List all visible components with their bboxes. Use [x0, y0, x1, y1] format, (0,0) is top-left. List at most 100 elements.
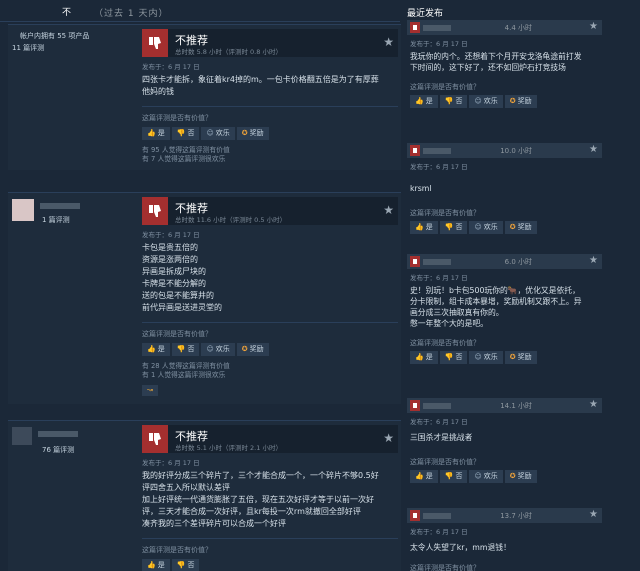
- smiley-icon: ☺: [206, 129, 214, 137]
- divider: [142, 322, 398, 323]
- review-author[interactable]: 帐户内拥有 55 项产品 11 篇评测: [12, 31, 140, 53]
- funny-button[interactable]: ☺ 欢乐: [201, 127, 235, 140]
- review-header: 不推荐 总时数 5.1 小时（评测时 2.1 小时） ★: [142, 425, 398, 453]
- yes-button[interactable]: 👍 是: [410, 470, 438, 483]
- funny-button[interactable]: ☺ 欢乐: [469, 351, 503, 364]
- funny-button[interactable]: ☺ 欢乐: [201, 343, 235, 356]
- award-button[interactable]: ✪ 奖励: [504, 95, 537, 108]
- award-button[interactable]: ✪ 奖励: [504, 470, 537, 483]
- posted-date: 发布于：6 月 17 日: [410, 40, 468, 48]
- yes-button[interactable]: 👍 是: [410, 95, 438, 108]
- vote-buttons: 👍 是 👎 否 ☺ 欢乐 ✪ 奖励: [142, 343, 398, 357]
- author-name[interactable]: [40, 203, 80, 209]
- author-name[interactable]: [423, 25, 451, 31]
- thumbs-up-icon: 👍: [415, 472, 424, 480]
- no-button[interactable]: 👎 否: [171, 343, 200, 356]
- posted-date: 发布于：6 月 17 日: [142, 63, 200, 71]
- posted-date: 发布于：6 月 17 日: [410, 528, 468, 536]
- thumbs-up-icon: 👍: [147, 345, 156, 353]
- award-button[interactable]: ✪ 奖励: [236, 127, 269, 140]
- yes-button[interactable]: 👍 是: [142, 559, 170, 571]
- star-icon[interactable]: ★: [589, 509, 598, 520]
- playtime: 6.0 小时: [504, 258, 532, 266]
- no-button[interactable]: 👎 否: [439, 221, 468, 234]
- author-name[interactable]: [423, 513, 451, 519]
- author-review-count: 11 篇评测: [12, 44, 45, 52]
- award-icon: ✪: [241, 345, 248, 353]
- star-icon[interactable]: ★: [383, 35, 394, 49]
- thumbs-down-icon: [410, 145, 420, 156]
- funny-button[interactable]: ☺ 欢乐: [469, 221, 503, 234]
- recent-title: 最近发布: [407, 9, 444, 19]
- no-button[interactable]: 👎 否: [439, 470, 468, 483]
- received-award-icon[interactable]: ↝: [142, 385, 158, 396]
- funny-button[interactable]: ☺ 欢乐: [469, 95, 503, 108]
- author-name[interactable]: [423, 259, 451, 265]
- award-icon: ✪: [241, 129, 248, 137]
- review-author[interactable]: 1 篇评测: [12, 199, 140, 224]
- funny-button[interactable]: ☺ 欢乐: [469, 470, 503, 483]
- playtime: 13.7 小时: [500, 512, 532, 520]
- author-name[interactable]: [423, 148, 451, 154]
- award-button[interactable]: ✪ 奖励: [504, 351, 537, 364]
- yes-button[interactable]: 👍 是: [142, 127, 170, 140]
- review-body: 卡包是贵五倍的 资源是涨两倍的 异画是拆成尸块的 卡牌是不能分解的 送的包是不能…: [142, 243, 222, 312]
- helpful-question: 这篇评测是否有价值？: [410, 209, 480, 217]
- posted-date: 发布于：6 月 17 日: [142, 459, 200, 467]
- divider: [142, 538, 398, 539]
- helpful-question: 这篇评测是否有价值？: [410, 83, 480, 91]
- thumbs-up-icon: 👍: [415, 223, 424, 231]
- thumbs-down-icon: 👎: [444, 97, 454, 105]
- thumbs-down-icon: [142, 425, 168, 453]
- star-icon[interactable]: ★: [383, 431, 394, 445]
- recent-review: 13.7 小时 ★ 发布于：6 月 17 日 太令人失望了kr，mm退钱！ 这篇…: [407, 508, 602, 571]
- star-icon[interactable]: ★: [383, 203, 394, 217]
- recent-header[interactable]: 6.0 小时 ★: [407, 254, 602, 269]
- recent-body: 我玩你的内个。还想着下个月开安戈洛龟途前打发 下时间的，这下好了，还不如回炉石打…: [410, 52, 582, 72]
- recent-review: 10.0 小时 ★ 发布于：6 月 17 日 krsml 这篇评测是否有价值？ …: [407, 143, 602, 251]
- recent-header[interactable]: 10.0 小时 ★: [407, 143, 602, 158]
- review-body: 四张卡才能拆，象征着kr4掉的m。一包卡价格翻五倍是为了有厚葬 他妈的钱: [142, 75, 379, 96]
- yes-button[interactable]: 👍 是: [142, 343, 170, 356]
- smiley-icon: ☺: [474, 353, 482, 361]
- avatar[interactable]: [12, 427, 32, 445]
- no-button[interactable]: 👎 否: [439, 351, 468, 364]
- top-tab[interactable]: 不: [62, 5, 71, 18]
- vote-buttons: 👍 是 👎 否: [142, 559, 398, 571]
- star-icon[interactable]: ★: [589, 144, 598, 155]
- award-icon: ✪: [509, 353, 516, 361]
- thumbs-down-icon: [142, 29, 168, 57]
- recent-header[interactable]: 4.4 小时 ★: [407, 20, 602, 35]
- award-icon: ✪: [509, 472, 516, 480]
- award-button[interactable]: ✪ 奖励: [504, 221, 537, 234]
- award-button[interactable]: ✪ 奖励: [236, 343, 269, 356]
- divider: [142, 106, 398, 107]
- recent-body: 史！别玩！b卡包500玩你的🐂，优化又是依托， 分卡限制，组卡成本暴增，奖励机制…: [410, 286, 582, 328]
- star-icon[interactable]: ★: [589, 255, 598, 266]
- star-icon[interactable]: ★: [589, 21, 598, 32]
- yes-button[interactable]: 👍 是: [410, 351, 438, 364]
- no-button[interactable]: 👎 否: [171, 559, 200, 571]
- no-button[interactable]: 👎 否: [171, 127, 200, 140]
- review-content: 不推荐 总时数 5.1 小时（评测时 2.1 小时） ★ 发布于：6 月 17 …: [142, 425, 398, 571]
- recent-review: 6.0 小时 ★ 发布于：6 月 17 日 史！别玩！b卡包500玩你的🐂，优化…: [407, 254, 602, 394]
- thumbs-down-icon: [410, 256, 420, 267]
- award-icon: ✪: [509, 223, 516, 231]
- star-icon[interactable]: ★: [589, 399, 598, 410]
- thumbs-down-icon: 👎: [176, 345, 186, 353]
- posted-date: 发布于：6 月 17 日: [410, 274, 468, 282]
- avatar[interactable]: [12, 199, 34, 221]
- yes-button[interactable]: 👍 是: [410, 221, 438, 234]
- author-name[interactable]: [38, 431, 78, 437]
- no-button[interactable]: 👎 否: [439, 95, 468, 108]
- author-name[interactable]: [423, 403, 451, 409]
- helpful-question: 这篇评测是否有价值？: [142, 330, 212, 338]
- smiley-icon: ☺: [474, 472, 482, 480]
- time-range-label[interactable]: （过去 1 天内）: [94, 6, 168, 19]
- recent-header[interactable]: 13.7 小时 ★: [407, 508, 602, 523]
- recent-header[interactable]: 14.1 小时 ★: [407, 398, 602, 413]
- recent-body: 太令人失望了kr，mm退钱！: [410, 543, 511, 552]
- posted-date: 发布于：6 月 17 日: [142, 231, 200, 239]
- review-author[interactable]: 76 篇评测: [12, 427, 140, 454]
- playtime: 总时数 5.8 小时（评测时 0.8 小时）: [175, 48, 282, 56]
